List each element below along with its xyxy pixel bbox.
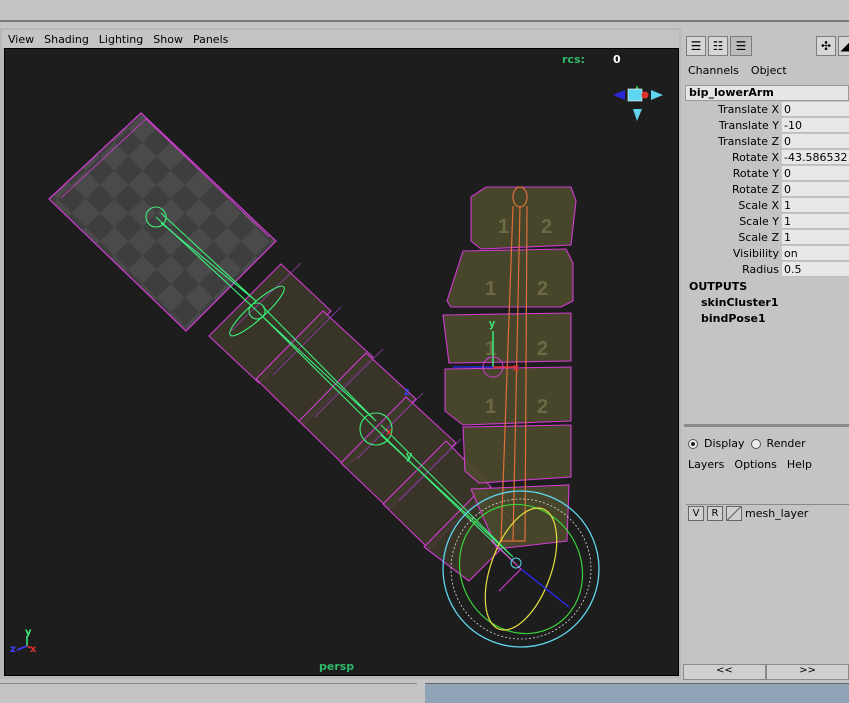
menu-panels[interactable]: Panels bbox=[193, 33, 228, 46]
channel-value-field[interactable]: -10 bbox=[782, 118, 849, 133]
menu-show[interactable]: Show bbox=[153, 33, 183, 46]
layer-color-swatch[interactable] bbox=[726, 506, 742, 521]
layer-menu-bar: Layers Options Help bbox=[688, 458, 812, 471]
panel-divider[interactable] bbox=[684, 424, 849, 427]
channel-row[interactable]: Translate X0 bbox=[685, 102, 849, 118]
channel-row[interactable]: Translate Y -10 bbox=[685, 118, 849, 134]
channel-row[interactable]: Translate Z0 bbox=[685, 134, 849, 150]
camera-name: persp bbox=[319, 660, 354, 673]
object-name[interactable]: bip_lowerArm bbox=[685, 85, 849, 101]
top-divider bbox=[0, 20, 849, 22]
menu-shading[interactable]: Shading bbox=[44, 33, 89, 46]
channel-label: Translate Z bbox=[718, 135, 779, 148]
channel-label: Scale X bbox=[738, 199, 779, 212]
layer-name[interactable]: mesh_layer bbox=[745, 507, 808, 520]
svg-text:2: 2 bbox=[541, 216, 552, 238]
layer-mode-radios: Display Render bbox=[688, 437, 806, 450]
layer-row[interactable]: V R mesh_layer bbox=[688, 506, 808, 521]
3d-viewport[interactable]: 1 2 1 2 1 2 1 2 y x z y x rcs: 0 persp y… bbox=[4, 48, 679, 676]
channel-label: Scale Y bbox=[739, 215, 779, 228]
channel-value-field[interactable]: 1 bbox=[782, 230, 849, 245]
svg-text:x: x bbox=[386, 426, 393, 438]
display-radio-label: Display bbox=[704, 437, 745, 450]
channel-row[interactable]: Rotate X -43.586532 bbox=[685, 150, 849, 166]
output-item[interactable]: bindPose1 bbox=[701, 312, 766, 325]
svg-text:y: y bbox=[406, 450, 413, 462]
channel-label: Translate X bbox=[718, 103, 779, 116]
display-radio[interactable] bbox=[688, 438, 698, 449]
top-toolbar-strip bbox=[0, 0, 849, 22]
channel-value-field[interactable]: 0.5 bbox=[782, 262, 849, 277]
svg-text:z: z bbox=[10, 644, 16, 655]
layer-toolbar-area bbox=[686, 472, 849, 505]
menu-view[interactable]: View bbox=[8, 33, 34, 46]
channel-row[interactable]: Scale Z1 bbox=[685, 230, 849, 246]
channel-label: Rotate Z bbox=[731, 183, 779, 196]
channel-label: Scale Z bbox=[738, 231, 779, 244]
tool-icon[interactable]: ◢ bbox=[838, 36, 849, 56]
output-item[interactable]: skinCluster1 bbox=[701, 296, 778, 309]
manipulator-icon[interactable]: ✣ bbox=[816, 36, 836, 56]
list-detail-icon[interactable]: ☷ bbox=[708, 36, 728, 56]
svg-text:x: x bbox=[513, 362, 520, 374]
channel-label: Visibility bbox=[732, 247, 779, 260]
channel-value-field[interactable]: -43.586532 bbox=[782, 150, 849, 165]
render-radio[interactable] bbox=[750, 438, 761, 449]
svg-text:z: z bbox=[404, 386, 410, 398]
view-compass-icon bbox=[613, 85, 663, 121]
channel-value-field[interactable]: on bbox=[782, 246, 849, 261]
menu-lighting[interactable]: Lighting bbox=[99, 33, 143, 46]
svg-text:1: 1 bbox=[498, 216, 509, 238]
viewport-menu-bar: View Shading Lighting Show Panels bbox=[2, 30, 679, 48]
bottom-bar-left bbox=[0, 683, 417, 703]
axis-indicator-icon: y z x bbox=[10, 627, 37, 655]
menu-layers[interactable]: Layers bbox=[688, 458, 724, 471]
menu-options[interactable]: Options bbox=[734, 458, 776, 471]
menu-help[interactable]: Help bbox=[787, 458, 812, 471]
channel-row[interactable]: Scale X1 bbox=[685, 198, 849, 214]
channel-value-field[interactable]: 0 bbox=[782, 134, 849, 149]
channel-value-field[interactable]: 1 bbox=[782, 214, 849, 229]
channel-label: Translate Y bbox=[718, 119, 779, 132]
channel-value-field[interactable]: 0 bbox=[782, 166, 849, 181]
svg-text:1: 1 bbox=[485, 396, 496, 418]
tab-channels[interactable]: Channels bbox=[688, 64, 739, 77]
channel-value-field[interactable]: 1 bbox=[782, 198, 849, 213]
svg-text:x: x bbox=[30, 644, 37, 655]
svg-text:2: 2 bbox=[537, 396, 548, 418]
outputs-title: OUTPUTS bbox=[689, 280, 748, 293]
channel-row[interactable]: Visibility on bbox=[685, 246, 849, 262]
scroll-left-button[interactable]: << bbox=[683, 664, 766, 680]
svg-text:2: 2 bbox=[537, 338, 548, 360]
channel-row[interactable]: Scale Y1 bbox=[685, 214, 849, 230]
panel-toggle-group: ✣ ◢ bbox=[816, 36, 849, 56]
channel-row[interactable]: Radius 0.5 bbox=[685, 262, 849, 278]
channel-tabs: Channels Object bbox=[688, 64, 787, 77]
hud-label: rcs: bbox=[562, 53, 585, 66]
channel-value-field[interactable]: 0 bbox=[782, 182, 849, 197]
layer-render-toggle[interactable]: R bbox=[707, 506, 723, 521]
viewport-scene: 1 2 1 2 1 2 1 2 y x z y x rcs: 0 persp y… bbox=[10, 53, 663, 673]
svg-text:1: 1 bbox=[485, 278, 496, 300]
svg-text:y: y bbox=[489, 318, 496, 330]
scroll-right-button[interactable]: >> bbox=[766, 664, 849, 680]
hud-value: 0 bbox=[613, 53, 621, 66]
tab-object[interactable]: Object bbox=[751, 64, 787, 77]
channel-value-field[interactable]: 0 bbox=[782, 102, 849, 117]
channel-row[interactable]: Rotate Z0 bbox=[685, 182, 849, 198]
channel-label: Radius bbox=[742, 263, 779, 276]
channel-box-icon[interactable]: ☰ bbox=[730, 36, 752, 56]
svg-text:y: y bbox=[25, 627, 32, 638]
layer-nav-bar: << >> bbox=[683, 664, 849, 680]
svg-text:2: 2 bbox=[537, 278, 548, 300]
channel-label: Rotate X bbox=[731, 151, 779, 164]
layer-visibility-toggle[interactable]: V bbox=[688, 506, 704, 521]
channel-box-toolbar: ☰ ☷ ☰ bbox=[686, 36, 752, 56]
upper-arm-mesh bbox=[48, 112, 277, 332]
channel-row[interactable]: Rotate Y0 bbox=[685, 166, 849, 182]
channel-label: Rotate Y bbox=[732, 167, 779, 180]
render-radio-label: Render bbox=[766, 437, 806, 450]
list-icon[interactable]: ☰ bbox=[686, 36, 706, 56]
bottom-bar-right bbox=[425, 683, 849, 703]
